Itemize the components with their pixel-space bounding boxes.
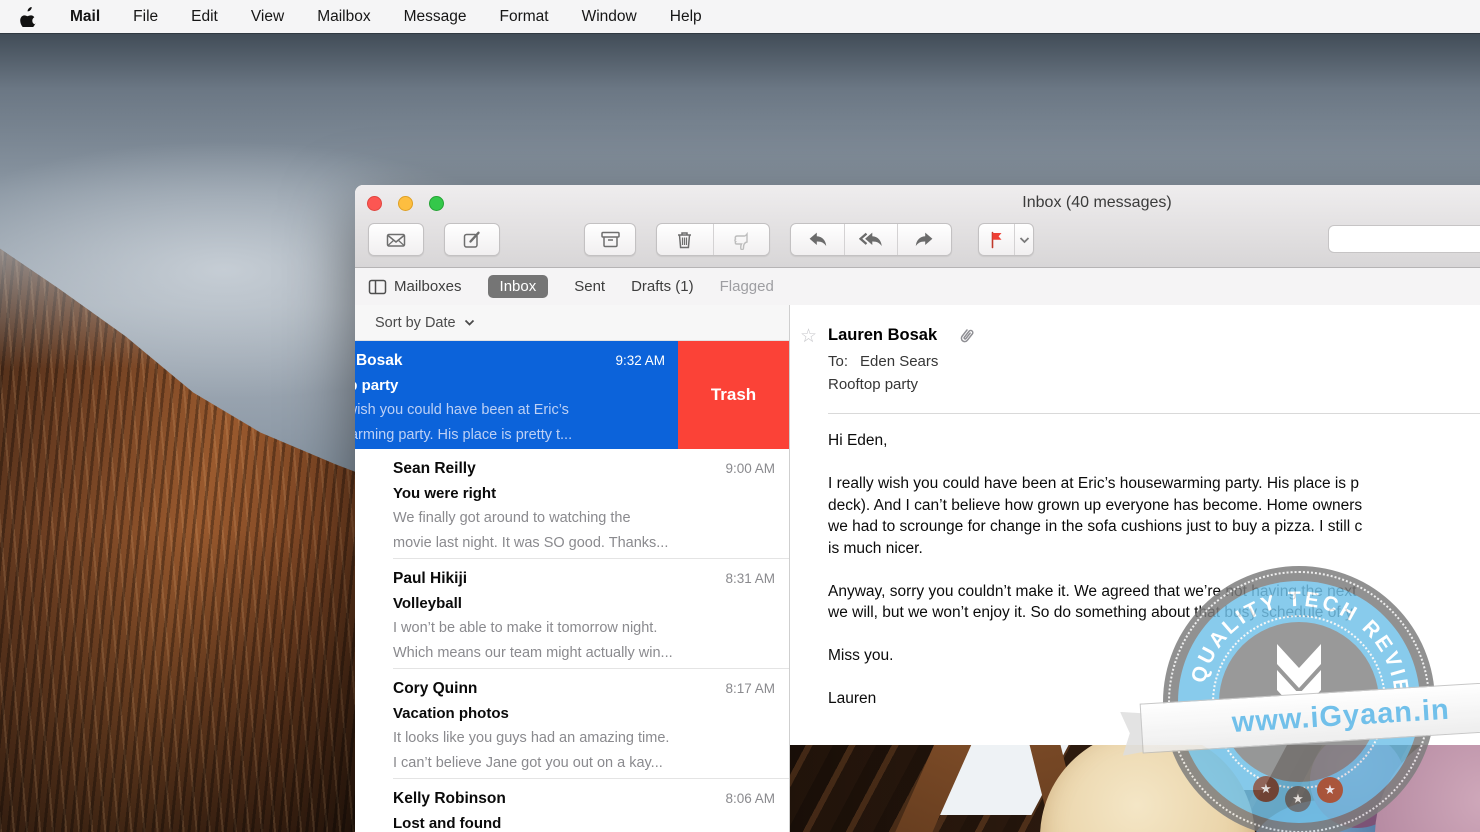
list-item[interactable]: Cory Quinn 8:17 AM Vacation photos It lo… — [355, 669, 789, 779]
menu-item-help[interactable]: Help — [670, 8, 702, 26]
archive-button[interactable] — [584, 223, 636, 256]
preview: I really wish you could have been at Eri… — [355, 398, 572, 423]
subject: Rooftop party — [355, 373, 572, 398]
thumbs-down-icon — [731, 230, 751, 250]
time: 8:17 AM — [725, 676, 775, 701]
apple-menu[interactable] — [20, 7, 37, 27]
message-from: Lauren Bosak — [828, 326, 937, 345]
reply-button[interactable] — [791, 224, 844, 255]
mailboxes-label: Mailboxes — [394, 278, 462, 295]
time: 9:32 AM — [615, 348, 665, 373]
sort-label: Sort by Date — [375, 315, 456, 331]
paperclip-icon — [955, 323, 979, 347]
menu-item-mail[interactable]: Mail — [70, 8, 100, 26]
zoom-button[interactable] — [429, 196, 444, 211]
message-list: Sort by Date Lauren Bosak Rooftop party … — [355, 305, 790, 832]
preview: I won’t be able to make it tomorrow nigh… — [393, 616, 775, 641]
sender: Kelly Robinson — [393, 786, 506, 811]
minimize-button[interactable] — [398, 196, 413, 211]
sender: Lauren Bosak — [355, 348, 572, 373]
tab-drafts[interactable]: Drafts (1) — [631, 278, 694, 295]
chevron-down-icon — [1019, 236, 1030, 244]
subject: Volleyball — [393, 591, 775, 616]
window-toolbar: Inbox (40 messages) — [355, 185, 1480, 268]
junk-button[interactable] — [713, 224, 770, 255]
list-item[interactable]: Kelly Robinson 8:06 AM Lost and found — [355, 779, 789, 832]
search-input[interactable] — [1328, 225, 1480, 253]
menu-item-window[interactable]: Window — [582, 8, 637, 26]
preview: It looks like you guys had an amazing ti… — [393, 726, 775, 751]
menu-item-file[interactable]: File — [133, 8, 158, 26]
time: 8:31 AM — [725, 566, 775, 591]
favorites-bar: Mailboxes Inbox Sent Drafts (1) Flagged — [355, 268, 1480, 306]
trash-junk-group — [656, 223, 770, 256]
trash-icon — [675, 230, 694, 250]
menu-item-mailbox[interactable]: Mailbox — [317, 8, 370, 26]
sender: Cory Quinn — [393, 676, 477, 701]
forward-button[interactable] — [897, 224, 951, 255]
tab-inbox[interactable]: Inbox — [488, 275, 549, 298]
trash-button[interactable] — [657, 224, 713, 255]
compose-icon — [445, 224, 499, 255]
mailboxes-toggle[interactable]: Mailboxes — [368, 278, 462, 295]
badge-star-icon: ★ — [1285, 786, 1311, 812]
sender: Sean Reilly — [393, 456, 476, 481]
sort-by-date-control[interactable]: Sort by Date — [355, 305, 789, 341]
preview: housewarming party. His place is pretty … — [355, 423, 572, 448]
sidebar-icon — [368, 279, 387, 295]
message-subject: Rooftop party — [828, 376, 1480, 393]
badge-star-icon: ★ — [1317, 777, 1343, 803]
menu-item-edit[interactable]: Edit — [191, 8, 218, 26]
sender: Paul Hikiji — [393, 566, 467, 591]
flag-button[interactable] — [979, 224, 1014, 255]
menu-item-format[interactable]: Format — [500, 8, 549, 26]
menu-bar: Mail File Edit View Mailbox Message Form… — [0, 0, 1480, 33]
preview: I can’t believe Jane got you out on a ka… — [393, 751, 775, 776]
tab-flagged[interactable]: Flagged — [720, 278, 774, 295]
flag-icon — [988, 230, 1005, 249]
tab-sent[interactable]: Sent — [574, 278, 605, 295]
list-item[interactable]: Sean Reilly 9:00 AM You were right We fi… — [355, 449, 789, 559]
message-header: ☆ Lauren Bosak To: Eden Sears Rooftop pa… — [790, 305, 1480, 393]
reply-group — [790, 223, 952, 256]
archive-icon — [585, 224, 635, 255]
menu-item-message[interactable]: Message — [404, 8, 467, 26]
reply-all-icon — [859, 230, 883, 249]
reply-icon — [807, 230, 828, 249]
preview: Which means our team might actually win.… — [393, 641, 775, 666]
subject: Vacation photos — [393, 701, 775, 726]
flag-group — [978, 223, 1034, 256]
time: 9:00 AM — [725, 456, 775, 481]
time: 8:06 AM — [725, 786, 775, 811]
subject: You were right — [393, 481, 775, 506]
chevron-down-icon — [464, 319, 475, 327]
menu-item-view[interactable]: View — [251, 8, 284, 26]
list-item-selected[interactable]: Lauren Bosak Rooftop party I really wish… — [355, 341, 789, 449]
envelope-icon — [369, 224, 423, 255]
to-label: To: — [828, 353, 848, 370]
list-item[interactable]: Paul Hikiji 8:31 AM Volleyball I won’t b… — [355, 559, 789, 669]
window-title: Inbox (40 messages) — [1022, 194, 1171, 212]
close-button[interactable] — [367, 196, 382, 211]
apple-icon — [20, 7, 37, 27]
watermark-badge: QUALITY TECH REVIEWS ★ ★ ★ www.iGyaan.in — [1163, 566, 1435, 832]
message-to: Eden Sears — [860, 353, 938, 370]
trash-swipe-button[interactable]: Trash — [678, 341, 789, 449]
forward-icon — [914, 230, 935, 249]
badge-star-icon: ★ — [1253, 776, 1279, 802]
flag-chevron-button[interactable] — [1014, 224, 1033, 255]
desktop: Mail File Edit View Mailbox Message Form… — [0, 0, 1480, 832]
get-mail-button[interactable] — [368, 223, 424, 256]
preview: movie last night. It was SO good. Thanks… — [393, 531, 775, 556]
watermark-url: www.iGyaan.in — [1231, 693, 1451, 739]
subject: Lost and found — [393, 811, 775, 832]
compose-button[interactable] — [444, 223, 500, 256]
preview: We finally got around to watching the — [393, 506, 775, 531]
star-icon[interactable]: ☆ — [800, 325, 817, 348]
reply-all-button[interactable] — [844, 224, 898, 255]
